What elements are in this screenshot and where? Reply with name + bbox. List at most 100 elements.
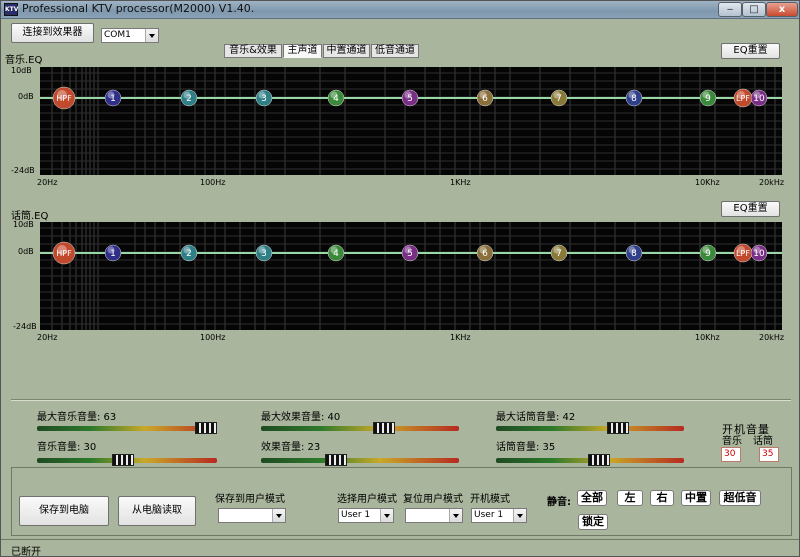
mic-eq-node-lpf[interactable]: LPF: [733, 243, 753, 263]
mic-eq-node-4[interactable]: 4: [327, 244, 345, 262]
chevron-down-icon[interactable]: [272, 509, 285, 522]
music-volume-thumb[interactable]: [112, 454, 134, 466]
mic-eq-reset-button[interactable]: EQ重置: [721, 201, 780, 217]
startup-mode-value: User 1: [474, 510, 504, 520]
maximize-button[interactable]: □: [742, 2, 766, 17]
mic-eq-node-7[interactable]: 7: [550, 244, 568, 262]
chevron-down-icon[interactable]: [513, 509, 526, 522]
music-eq-node-4[interactable]: 4: [327, 89, 345, 107]
mic-eq-node-9[interactable]: 9: [699, 244, 717, 262]
startup-mode-label: 开机模式: [470, 494, 510, 505]
mute-all-button[interactable]: 全部: [577, 490, 607, 506]
mic-eq-node-5[interactable]: 5: [401, 244, 419, 262]
tab-main-channel[interactable]: 主声道: [283, 44, 322, 58]
mute-left-button[interactable]: 左: [617, 490, 643, 506]
startup-mode-select[interactable]: User 1: [471, 508, 527, 523]
music-eq-node-label: LPF: [736, 94, 750, 103]
music-eq-node-hpf[interactable]: HPF: [52, 86, 76, 110]
chevron-down-icon[interactable]: [145, 29, 158, 42]
save-user-mode-select[interactable]: [218, 508, 286, 523]
effect-volume-slider[interactable]: [261, 454, 459, 466]
mic-eq-ytick-bottom: -24dB: [13, 322, 37, 331]
max-effect-volume-thumb[interactable]: [373, 422, 395, 434]
music-eq-node-lpf[interactable]: LPF: [733, 88, 753, 108]
chevron-down-icon[interactable]: [380, 509, 393, 522]
save-user-mode-label: 保存到用户模式: [215, 494, 285, 505]
mic-eq-node-2[interactable]: 2: [180, 244, 198, 262]
music-eq-node-8[interactable]: 8: [625, 89, 643, 107]
mic-eq-node-label: HPF: [56, 249, 72, 258]
mic-eq-node-label: 2: [186, 249, 192, 259]
music-eq-node-label: 7: [556, 94, 562, 104]
music-volume-slider[interactable]: [37, 454, 217, 466]
mute-right-button[interactable]: 右: [650, 490, 674, 506]
music-eq-node-label: 3: [261, 94, 267, 104]
music-eq-node-2[interactable]: 2: [180, 89, 198, 107]
connect-button[interactable]: 连接到效果器: [11, 23, 94, 43]
lock-button[interactable]: 锁定: [578, 514, 608, 530]
mic-eq-node-label: 7: [556, 249, 562, 259]
mic-eq-node-label: 4: [333, 249, 339, 259]
music-eq-node-3[interactable]: 3: [255, 89, 273, 107]
tab-center-channel[interactable]: 中置通道: [323, 44, 370, 58]
music-eq-node-label: 10: [753, 94, 765, 104]
max-effect-volume-slider[interactable]: [261, 422, 459, 434]
music-eq-node-10[interactable]: 10: [750, 89, 768, 107]
mic-eq-node-label: 6: [482, 249, 488, 259]
port-select[interactable]: COM1: [101, 28, 159, 43]
mic-eq-node-6[interactable]: 6: [476, 244, 494, 262]
mic-eq-xtick-10khz: 10Khz: [695, 333, 720, 342]
max-music-volume-slider[interactable]: [37, 422, 217, 434]
port-select-value: COM1: [104, 30, 131, 40]
music-eq-node-6[interactable]: 6: [476, 89, 494, 107]
tab-music-effect[interactable]: 音乐&效果: [224, 44, 282, 58]
tab-bass-channel[interactable]: 低音通道: [371, 44, 419, 58]
max-effect-volume-label: 最大效果音量: 40: [261, 412, 341, 423]
main-window: KTV Professional KTV processor(M2000) V1…: [0, 0, 800, 557]
music-eq-node-7[interactable]: 7: [550, 89, 568, 107]
startup-mic-input[interactable]: 35: [759, 447, 779, 462]
reset-user-mode-label: 复位用户模式: [403, 494, 463, 505]
effect-volume-thumb[interactable]: [325, 454, 347, 466]
music-eq-node-1[interactable]: 1: [104, 89, 122, 107]
connection-status: 已断开: [11, 547, 41, 557]
mic-eq-node-1[interactable]: 1: [104, 244, 122, 262]
music-eq-reset-button[interactable]: EQ重置: [721, 43, 780, 59]
mic-eq-node-3[interactable]: 3: [255, 244, 273, 262]
music-eq-node-label: 9: [705, 94, 711, 104]
max-mic-volume-slider[interactable]: [496, 422, 684, 434]
music-eq-node-label: 8: [631, 94, 637, 104]
max-mic-volume-thumb[interactable]: [607, 422, 629, 434]
minimize-button[interactable]: ‒: [718, 2, 742, 17]
mic-volume-label: 话筒音量: 35: [496, 442, 556, 453]
close-button[interactable]: x: [766, 2, 798, 17]
mic-volume-thumb[interactable]: [588, 454, 610, 466]
music-eq-node-5[interactable]: 5: [401, 89, 419, 107]
startup-music-input[interactable]: 30: [721, 447, 741, 462]
mic-eq-node-8[interactable]: 8: [625, 244, 643, 262]
music-eq-node-label: 4: [333, 94, 339, 104]
load-from-pc-button[interactable]: 从电脑读取: [118, 496, 196, 526]
music-eq-node-9[interactable]: 9: [699, 89, 717, 107]
chevron-down-icon[interactable]: [449, 509, 462, 522]
mic-eq-xtick-100hz: 100Hz: [200, 333, 226, 342]
mic-eq-node-label: 9: [705, 249, 711, 259]
music-eq-node-label: HPF: [56, 94, 72, 103]
mic-eq-node-10[interactable]: 10: [750, 244, 768, 262]
music-eq-graph[interactable]: HPF 1 2 3 4 5 6 7 8 9 LPF 10: [40, 67, 782, 175]
select-user-mode-value: User 1: [341, 510, 371, 520]
max-music-volume-thumb[interactable]: [195, 422, 217, 434]
mic-volume-slider[interactable]: [496, 454, 684, 466]
mute-subwoofer-button[interactable]: 超低音: [719, 490, 761, 506]
select-user-mode-select[interactable]: User 1: [338, 508, 394, 523]
mic-eq-graph[interactable]: HPF 1 2 3 4 5 6 7 8 9 LPF 10: [40, 222, 782, 330]
mic-eq-node-label: 3: [261, 249, 267, 259]
music-eq-node-label: 5: [407, 94, 413, 104]
mic-eq-xtick-20khz: 20kHz: [759, 333, 785, 342]
max-mic-volume-label: 最大话筒音量: 42: [496, 412, 576, 423]
save-to-pc-button[interactable]: 保存到电脑: [19, 496, 109, 526]
mute-center-button[interactable]: 中置: [681, 490, 711, 506]
reset-user-mode-select[interactable]: [405, 508, 463, 523]
effect-volume-label: 效果音量: 23: [261, 442, 321, 453]
mic-eq-node-hpf[interactable]: HPF: [52, 241, 76, 265]
